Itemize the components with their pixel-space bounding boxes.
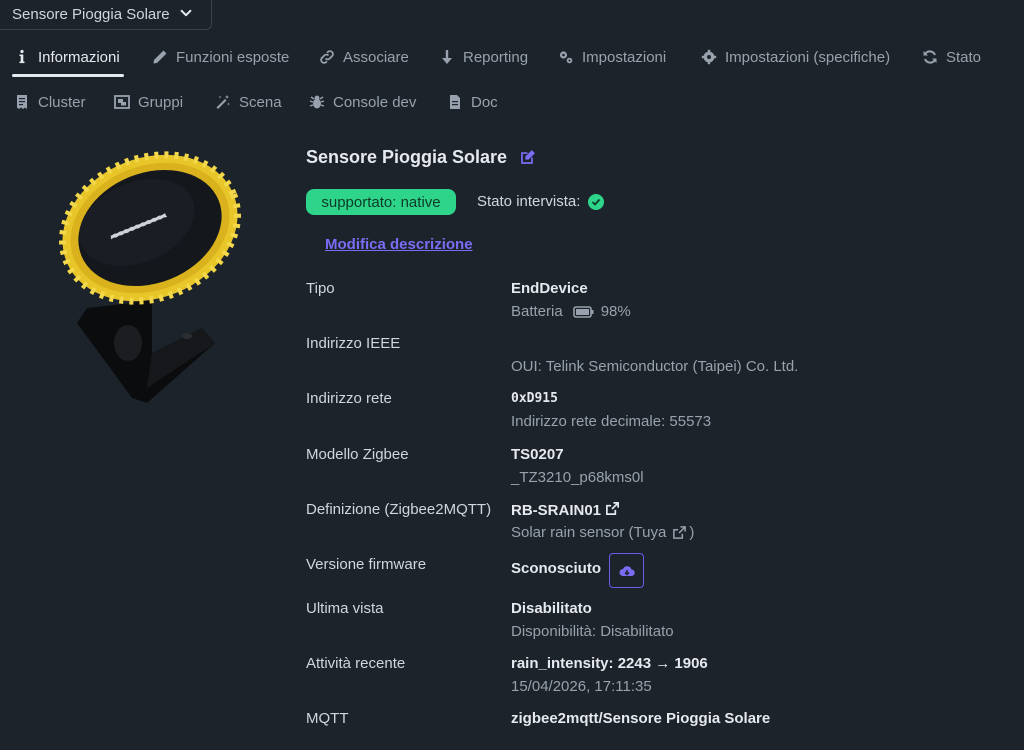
tab-impostazioni-specifiche[interactable]: Impostazioni (specifiche) bbox=[701, 42, 890, 72]
battery-label: Batteria bbox=[511, 303, 563, 320]
tab-funzioni-esposte[interactable]: Funzioni esposte bbox=[152, 42, 289, 72]
label-ultima-vista: Ultima vista bbox=[306, 600, 384, 617]
bug-icon bbox=[309, 95, 325, 109]
cloud-download-icon bbox=[619, 565, 635, 576]
value-manufacturer: _TZ3210_p68kms0l bbox=[511, 469, 644, 486]
label-definizione: Definizione (Zigbee2MQTT) bbox=[306, 501, 492, 518]
value-ieee-oui: OUI: Telink Semiconductor (Taipei) Co. L… bbox=[511, 358, 799, 375]
label-firmware: Versione firmware bbox=[306, 556, 427, 573]
tab-doc[interactable]: Doc bbox=[447, 87, 498, 117]
pencil-icon bbox=[153, 50, 167, 64]
file-icon bbox=[450, 95, 460, 109]
chevron-down-icon bbox=[180, 9, 192, 17]
external-link-icon bbox=[605, 501, 620, 520]
tab-cluster[interactable]: Cluster bbox=[14, 87, 86, 117]
external-link-icon bbox=[672, 525, 687, 540]
tab-gruppi[interactable]: Gruppi bbox=[114, 87, 183, 117]
label-mqtt: MQTT bbox=[306, 710, 349, 727]
definition-link[interactable]: RB-SRAIN01 bbox=[511, 501, 620, 520]
value-rete: 0xD915 bbox=[511, 391, 558, 406]
check-circle-icon bbox=[588, 193, 605, 210]
battery-level: 98% bbox=[600, 303, 631, 320]
value-modello: TS0207 bbox=[511, 446, 564, 463]
value-attivita: rain_intensity: 2243 → 1906 bbox=[511, 655, 708, 672]
value-disponibilita: Disponibilità: Disabilitato bbox=[511, 623, 674, 640]
device-name: Sensore Pioggia Solare bbox=[306, 147, 508, 167]
tab-associare[interactable]: Associare bbox=[319, 42, 409, 72]
interview-label: Stato intervista: bbox=[477, 193, 581, 210]
arrow-down-icon bbox=[442, 50, 452, 64]
tab-stato[interactable]: Stato bbox=[922, 42, 981, 72]
info-icon bbox=[19, 49, 25, 64]
support-badge: supportato: native bbox=[306, 189, 456, 215]
tab-scena[interactable]: Scena bbox=[215, 87, 282, 117]
active-tab-indicator bbox=[12, 74, 124, 77]
definition-description-link[interactable]: Solar rain sensor (Tuya ) bbox=[511, 524, 694, 541]
object-group-icon bbox=[114, 95, 130, 109]
cogs-icon bbox=[559, 51, 573, 64]
value-ultima-vista: Disabilitato bbox=[511, 600, 592, 617]
value-rete-decimale: Indirizzo rete decimale: 55573 bbox=[511, 413, 712, 430]
battery-info: Batteria 98% bbox=[511, 303, 631, 320]
label-tipo: Tipo bbox=[306, 280, 335, 297]
device-select-value: Sensore Pioggia Solare bbox=[12, 6, 170, 23]
value-definizione: RB-SRAIN01 bbox=[511, 502, 602, 519]
label-modello: Modello Zigbee bbox=[306, 446, 409, 463]
value-firmware: Sconosciuto bbox=[511, 560, 602, 577]
device-select[interactable]: Sensore Pioggia Solare bbox=[0, 0, 212, 30]
link-icon bbox=[320, 50, 334, 64]
tab-informazioni[interactable]: Informazioni bbox=[14, 42, 120, 72]
tab-console-dev[interactable]: Console dev bbox=[309, 87, 416, 117]
gear-icon bbox=[701, 49, 717, 65]
device-image bbox=[59, 151, 241, 403]
tab-impostazioni[interactable]: Impostazioni bbox=[558, 42, 666, 72]
magic-wand-icon bbox=[216, 95, 230, 109]
value-mqtt-topic: zigbee2mqtt/Sensore Pioggia Solare bbox=[511, 710, 771, 727]
value-attivita-timestamp: 15/04/2026, 17:11:35 bbox=[511, 678, 652, 695]
label-rete: Indirizzo rete bbox=[306, 390, 392, 407]
edit-icon[interactable] bbox=[519, 149, 536, 166]
interview-status: Stato intervista: bbox=[477, 193, 605, 210]
value-tipo: EndDevice bbox=[511, 280, 588, 297]
check-firmware-button[interactable] bbox=[609, 553, 644, 588]
refresh-icon bbox=[923, 50, 937, 64]
label-ieee: Indirizzo IEEE bbox=[306, 335, 401, 352]
label-attivita: Attività recente bbox=[306, 655, 406, 672]
edit-description-link[interactable]: Modifica descrizione bbox=[325, 236, 473, 253]
receipt-icon bbox=[17, 95, 27, 109]
tab-reporting[interactable]: Reporting bbox=[439, 42, 528, 72]
device-title: Sensore Pioggia Solare bbox=[306, 147, 536, 168]
battery-icon bbox=[572, 305, 594, 318]
